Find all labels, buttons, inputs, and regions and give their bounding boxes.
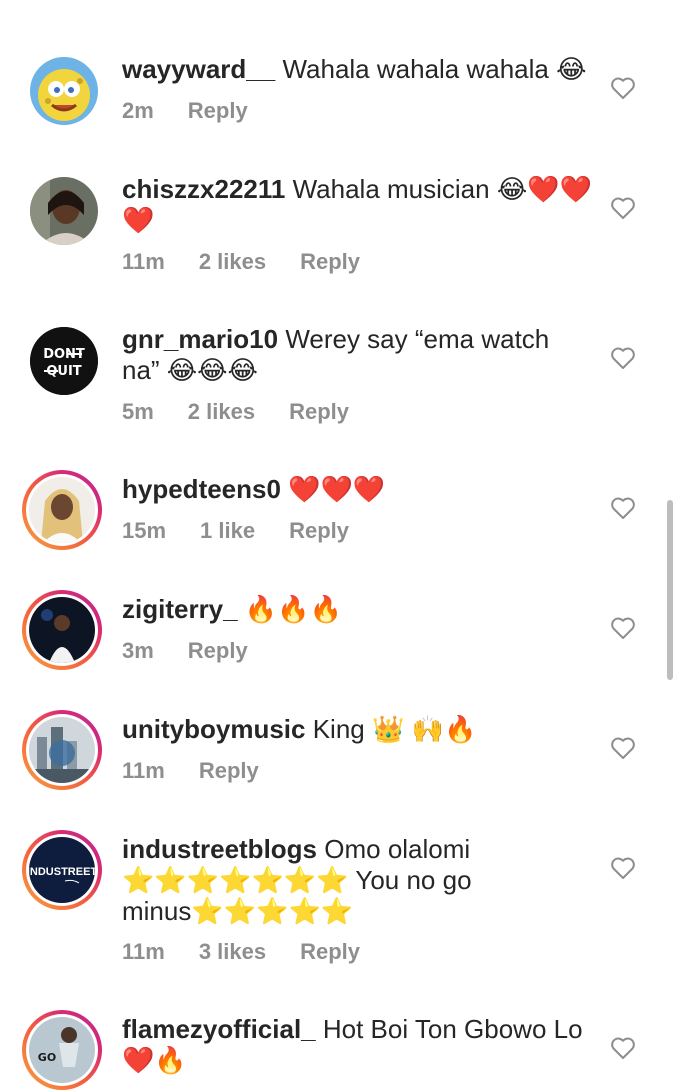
reply-button[interactable]: Reply xyxy=(289,399,349,424)
comment-meta: 11m 2 likes Reply xyxy=(122,249,394,275)
comment-body: gnr_mario10 Werey say “ema watch na” 😂😂😂 xyxy=(122,324,592,386)
comment-time: 11m xyxy=(122,758,165,783)
comment-body: hypedteens0 ❤️❤️❤️ xyxy=(122,474,592,505)
avatar[interactable] xyxy=(30,57,98,125)
avatar-text: GO xyxy=(38,1051,56,1064)
comment-meta: 11m Reply xyxy=(122,758,293,784)
comment-meta: 5m 2 likes Reply xyxy=(122,399,383,425)
reply-button[interactable]: Reply xyxy=(188,98,248,123)
avatar[interactable] xyxy=(22,470,102,550)
heart-icon[interactable] xyxy=(610,346,636,370)
comment-username[interactable]: hypedteens0 xyxy=(122,474,281,504)
avatar[interactable] xyxy=(30,177,98,245)
like-count[interactable]: 1 like xyxy=(200,518,255,543)
avatar[interactable]: INDUSTREET xyxy=(22,830,102,910)
comment-text: 🔥🔥🔥 xyxy=(244,594,342,624)
scrollbar[interactable] xyxy=(667,500,673,680)
comment-body: unityboymusic King 👑 🙌🔥 xyxy=(122,714,592,745)
comment-username[interactable]: gnr_mario10 xyxy=(122,324,278,354)
like-count[interactable]: 2 likes xyxy=(199,249,266,274)
comment-username[interactable]: wayyward__ xyxy=(122,54,275,84)
comment-meta: 15m 1 like Reply xyxy=(122,518,383,544)
comment-body: industreetblogs Omo olalomi ⭐⭐⭐⭐⭐⭐⭐ You … xyxy=(122,834,502,927)
comment-username[interactable]: flamezyofficial_ xyxy=(122,1014,316,1044)
comment-body: wayyward__ Wahala wahala wahala 😂 xyxy=(122,54,592,85)
comment-time: 15m xyxy=(122,518,167,543)
comment-time: 2m xyxy=(122,98,154,123)
comment-meta: 2m Reply xyxy=(122,98,282,124)
avatar-text: INDUSTREET xyxy=(29,866,95,878)
heart-icon[interactable] xyxy=(610,1036,636,1060)
comment-text: King 👑 🙌🔥 xyxy=(312,714,477,744)
avatar[interactable] xyxy=(22,710,102,790)
comment-username[interactable]: unityboymusic xyxy=(122,714,305,744)
comment-username[interactable]: chiszzx22211 xyxy=(122,174,285,204)
comment-username[interactable]: industreetblogs xyxy=(122,834,317,864)
comment-username[interactable]: zigiterry_ xyxy=(122,594,238,624)
comment-body: flamezyofficial_ Hot Boi Ton Gbowo Lo ❤️… xyxy=(122,1014,592,1076)
reply-button[interactable]: Reply xyxy=(300,249,360,274)
comment-meta: 11m 3 likes Reply xyxy=(122,939,394,965)
heart-icon[interactable] xyxy=(610,616,636,640)
heart-icon[interactable] xyxy=(610,496,636,520)
heart-icon[interactable] xyxy=(610,76,636,100)
comment-text: ❤️❤️❤️ xyxy=(288,474,386,504)
comment-time: 3m xyxy=(122,638,154,663)
comment-body: chiszzx22211 Wahala musician 😂❤️❤️❤️ xyxy=(122,174,592,236)
comment-time: 5m xyxy=(122,399,154,424)
reply-button[interactable]: Reply xyxy=(199,758,259,783)
avatar[interactable]: GO xyxy=(22,1010,102,1090)
like-count[interactable]: 3 likes xyxy=(199,939,266,964)
reply-button[interactable]: Reply xyxy=(188,638,248,663)
avatar[interactable] xyxy=(22,590,102,670)
comment-text: Wahala wahala wahala 😂 xyxy=(282,54,587,84)
comment-meta: 3m Reply xyxy=(122,638,282,664)
reply-button[interactable]: Reply xyxy=(300,939,360,964)
heart-icon[interactable] xyxy=(610,196,636,220)
avatar[interactable]: DONT QUIT xyxy=(30,327,98,395)
heart-icon[interactable] xyxy=(610,856,636,880)
comment-time: 11m xyxy=(122,939,165,964)
like-count[interactable]: 2 likes xyxy=(188,399,255,424)
comment-time: 11m xyxy=(122,249,165,274)
heart-icon[interactable] xyxy=(610,736,636,760)
reply-button[interactable]: Reply xyxy=(289,518,349,543)
comment-body: zigiterry_ 🔥🔥🔥 xyxy=(122,594,592,625)
